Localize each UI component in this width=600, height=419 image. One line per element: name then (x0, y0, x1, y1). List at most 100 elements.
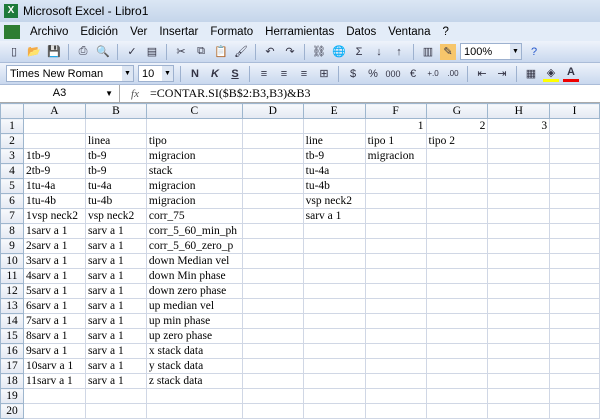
cell-D19[interactable] (241, 388, 304, 404)
column-header-G[interactable]: G (425, 103, 489, 119)
cell-B18[interactable]: sarv a 1 (84, 373, 147, 389)
copy-icon[interactable]: ⧉ (193, 44, 209, 60)
cell-B13[interactable]: sarv a 1 (84, 298, 147, 314)
cell-E7[interactable]: sarv a 1 (302, 208, 366, 224)
cell-F10[interactable] (364, 253, 427, 269)
cell-G9[interactable] (425, 238, 489, 254)
cell-D14[interactable] (241, 313, 304, 329)
cell-A5[interactable]: 1tu-4a (22, 178, 86, 194)
cell-D8[interactable] (241, 223, 304, 239)
cell-I14[interactable] (549, 313, 600, 329)
cell-C9[interactable]: corr_5_60_zero_p (145, 238, 243, 254)
cell-B11[interactable]: sarv a 1 (84, 268, 147, 284)
cell-I16[interactable] (549, 343, 600, 359)
cell-F16[interactable] (364, 343, 427, 359)
cell-C4[interactable]: stack (145, 163, 243, 179)
row-header[interactable]: 14 (0, 313, 24, 329)
row-header[interactable]: 18 (0, 373, 24, 389)
cell-G10[interactable] (425, 253, 489, 269)
cell-B1[interactable] (84, 118, 147, 134)
cell-I6[interactable] (549, 193, 600, 209)
cell-H19[interactable] (487, 388, 551, 404)
cell-G18[interactable] (425, 373, 489, 389)
cell-I19[interactable] (549, 388, 600, 404)
cell-H14[interactable] (487, 313, 551, 329)
cell-E4[interactable]: tu-4a (302, 163, 366, 179)
cell-H20[interactable] (487, 403, 551, 419)
cell-G17[interactable] (425, 358, 489, 374)
chart-icon[interactable]: ▥ (420, 44, 436, 60)
cell-I4[interactable] (549, 163, 600, 179)
align-center-icon[interactable]: ≡ (276, 66, 292, 82)
cell-B20[interactable] (84, 403, 147, 419)
cell-H1[interactable]: 3 (487, 118, 551, 134)
cell-D3[interactable] (241, 148, 304, 164)
cell-F14[interactable] (364, 313, 427, 329)
cell-B17[interactable]: sarv a 1 (84, 358, 147, 374)
row-header[interactable]: 15 (0, 328, 24, 344)
cell-B15[interactable]: sarv a 1 (84, 328, 147, 344)
column-header-D[interactable]: D (241, 103, 304, 119)
row-header[interactable]: 3 (0, 148, 24, 164)
underline-button[interactable]: S (227, 66, 243, 82)
cell-B16[interactable]: sarv a 1 (84, 343, 147, 359)
cell-D4[interactable] (241, 163, 304, 179)
formula-input[interactable]: =CONTAR.SI($B$2:B3,B3)&B3 (150, 86, 311, 101)
select-all-corner[interactable] (0, 103, 24, 119)
cell-F8[interactable] (364, 223, 427, 239)
row-header[interactable]: 8 (0, 223, 24, 239)
row-header[interactable]: 16 (0, 343, 24, 359)
column-header-A[interactable]: A (22, 103, 86, 119)
cell-C14[interactable]: up min phase (145, 313, 243, 329)
cell-G4[interactable] (425, 163, 489, 179)
cell-A12[interactable]: 5sarv a 1 (22, 283, 86, 299)
row-header[interactable]: 4 (0, 163, 24, 179)
row-header[interactable]: 11 (0, 268, 24, 284)
cell-G1[interactable]: 2 (425, 118, 489, 134)
save-icon[interactable]: 💾 (46, 44, 62, 60)
cell-E15[interactable] (302, 328, 366, 344)
research-icon[interactable]: ▤ (144, 44, 160, 60)
cell-H18[interactable] (487, 373, 551, 389)
cell-I13[interactable] (549, 298, 600, 314)
cell-E1[interactable] (302, 118, 366, 134)
sort-desc-icon[interactable]: ↑ (391, 44, 407, 60)
cell-C5[interactable]: migracion (145, 178, 243, 194)
cell-E6[interactable]: vsp neck2 (302, 193, 366, 209)
print-preview-icon[interactable]: 🔍 (95, 44, 111, 60)
cell-A20[interactable] (22, 403, 86, 419)
cell-A18[interactable]: 11sarv a 1 (22, 373, 86, 389)
row-header[interactable]: 17 (0, 358, 24, 374)
cell-C2[interactable]: tipo (145, 133, 243, 149)
cell-H6[interactable] (487, 193, 551, 209)
cell-G20[interactable] (425, 403, 489, 419)
cell-A8[interactable]: 1sarv a 1 (22, 223, 86, 239)
cell-F2[interactable]: tipo 1 (364, 133, 427, 149)
row-header[interactable]: 20 (0, 403, 24, 419)
cell-H10[interactable] (487, 253, 551, 269)
merge-center-icon[interactable]: ⊞ (316, 66, 332, 82)
cell-G19[interactable] (425, 388, 489, 404)
open-icon[interactable]: 📂 (26, 44, 42, 60)
cell-A6[interactable]: 1tu-4b (22, 193, 86, 209)
row-header[interactable]: 1 (0, 118, 24, 134)
cell-D6[interactable] (241, 193, 304, 209)
zoom-select[interactable]: 100% ▼ (460, 43, 522, 60)
cell-H9[interactable] (487, 238, 551, 254)
currency-button[interactable]: $ (345, 66, 361, 82)
cell-A3[interactable]: 1tb-9 (22, 148, 86, 164)
cell-E16[interactable] (302, 343, 366, 359)
cell-C16[interactable]: x stack data (145, 343, 243, 359)
cell-F4[interactable] (364, 163, 427, 179)
cell-D20[interactable] (241, 403, 304, 419)
fx-icon[interactable]: fx (120, 88, 150, 100)
row-header[interactable]: 10 (0, 253, 24, 269)
row-header[interactable]: 2 (0, 133, 24, 149)
cell-G6[interactable] (425, 193, 489, 209)
menu-item[interactable]: Herramientas (265, 26, 334, 38)
cell-C12[interactable]: down zero phase (145, 283, 243, 299)
cell-B8[interactable]: sarv a 1 (84, 223, 147, 239)
cell-E19[interactable] (302, 388, 366, 404)
fill-color-icon[interactable]: ◈ (543, 66, 559, 82)
cell-F20[interactable] (364, 403, 427, 419)
